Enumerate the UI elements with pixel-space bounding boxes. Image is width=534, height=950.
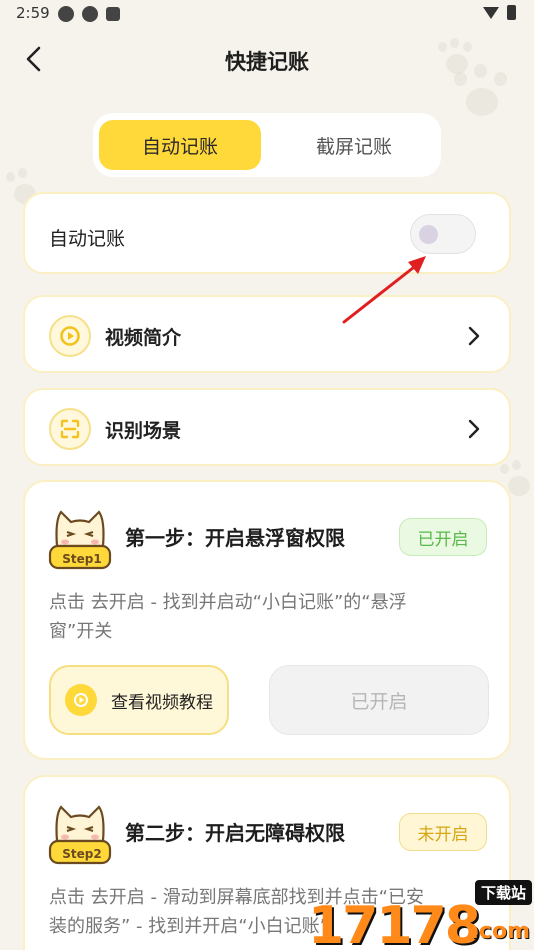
watermark-suffix: .com: [470, 919, 530, 944]
step1-badge-label: Step1: [62, 552, 102, 566]
step1-title: 第一步：开启悬浮窗权限: [125, 526, 345, 550]
chevron-right-icon: [468, 326, 480, 346]
annotation-arrow-icon: [342, 256, 426, 324]
step1-description: 点击 去开启 - 找到并启动“小白记账”的“悬浮 窗”开关: [49, 588, 499, 646]
tab-auto-bookkeeping[interactable]: 自动记账: [99, 120, 261, 170]
step1-description-line2: 窗”开关: [49, 621, 113, 642]
step2-status-badge: 未开启: [399, 813, 487, 851]
play-icon: [49, 315, 91, 357]
status-time: 2:59: [16, 4, 50, 22]
site-watermark: 下载站 17178 .com: [308, 880, 534, 950]
page-title: 快捷记账: [225, 50, 309, 74]
battery-icon: [507, 5, 516, 20]
tab-screenshot-bookkeeping[interactable]: 截屏记账: [273, 120, 435, 170]
step1-card: Step1 第一步：开启悬浮窗权限 已开启 点击 去开启 - 找到并启动“小白记…: [23, 480, 511, 760]
scan-icon: [49, 408, 91, 450]
step1-description-line1: 点击 去开启 - 找到并启动“小白记账”的“悬浮: [49, 592, 407, 613]
video-intro-label: 视频简介: [105, 327, 182, 349]
step2-title: 第二步：开启无障碍权限: [125, 821, 345, 845]
step1-enabled-button[interactable]: 已开启: [269, 665, 489, 735]
chevron-right-icon: [468, 419, 480, 439]
wifi-icon: [483, 6, 499, 19]
step1-status-badge: 已开启: [399, 518, 487, 556]
watermark-tag: 下载站: [474, 880, 532, 905]
toggle-knob: [419, 225, 438, 244]
recognition-scenes-row[interactable]: 识别场景: [23, 388, 511, 466]
play-icon: [65, 684, 97, 716]
recognition-scenes-label: 识别场景: [105, 420, 182, 442]
step2-badge-label: Step2: [62, 847, 102, 861]
system-icons: [483, 5, 516, 20]
auto-toggle-label: 自动记账: [49, 228, 126, 250]
nav-bar: 快捷记账: [0, 30, 534, 90]
mode-tabs: 自动记账 截屏记账: [93, 113, 441, 177]
notification-icon: [82, 6, 98, 22]
watch-video-tutorial-label: 查看视频教程: [111, 692, 213, 713]
watch-video-tutorial-button[interactable]: 查看视频教程: [49, 665, 229, 735]
watermark-number: 17178: [308, 896, 481, 950]
status-bar: 2:59: [0, 0, 534, 28]
notification-icon: [58, 6, 74, 22]
notification-icons: [58, 6, 120, 22]
notification-icon: [106, 7, 120, 21]
